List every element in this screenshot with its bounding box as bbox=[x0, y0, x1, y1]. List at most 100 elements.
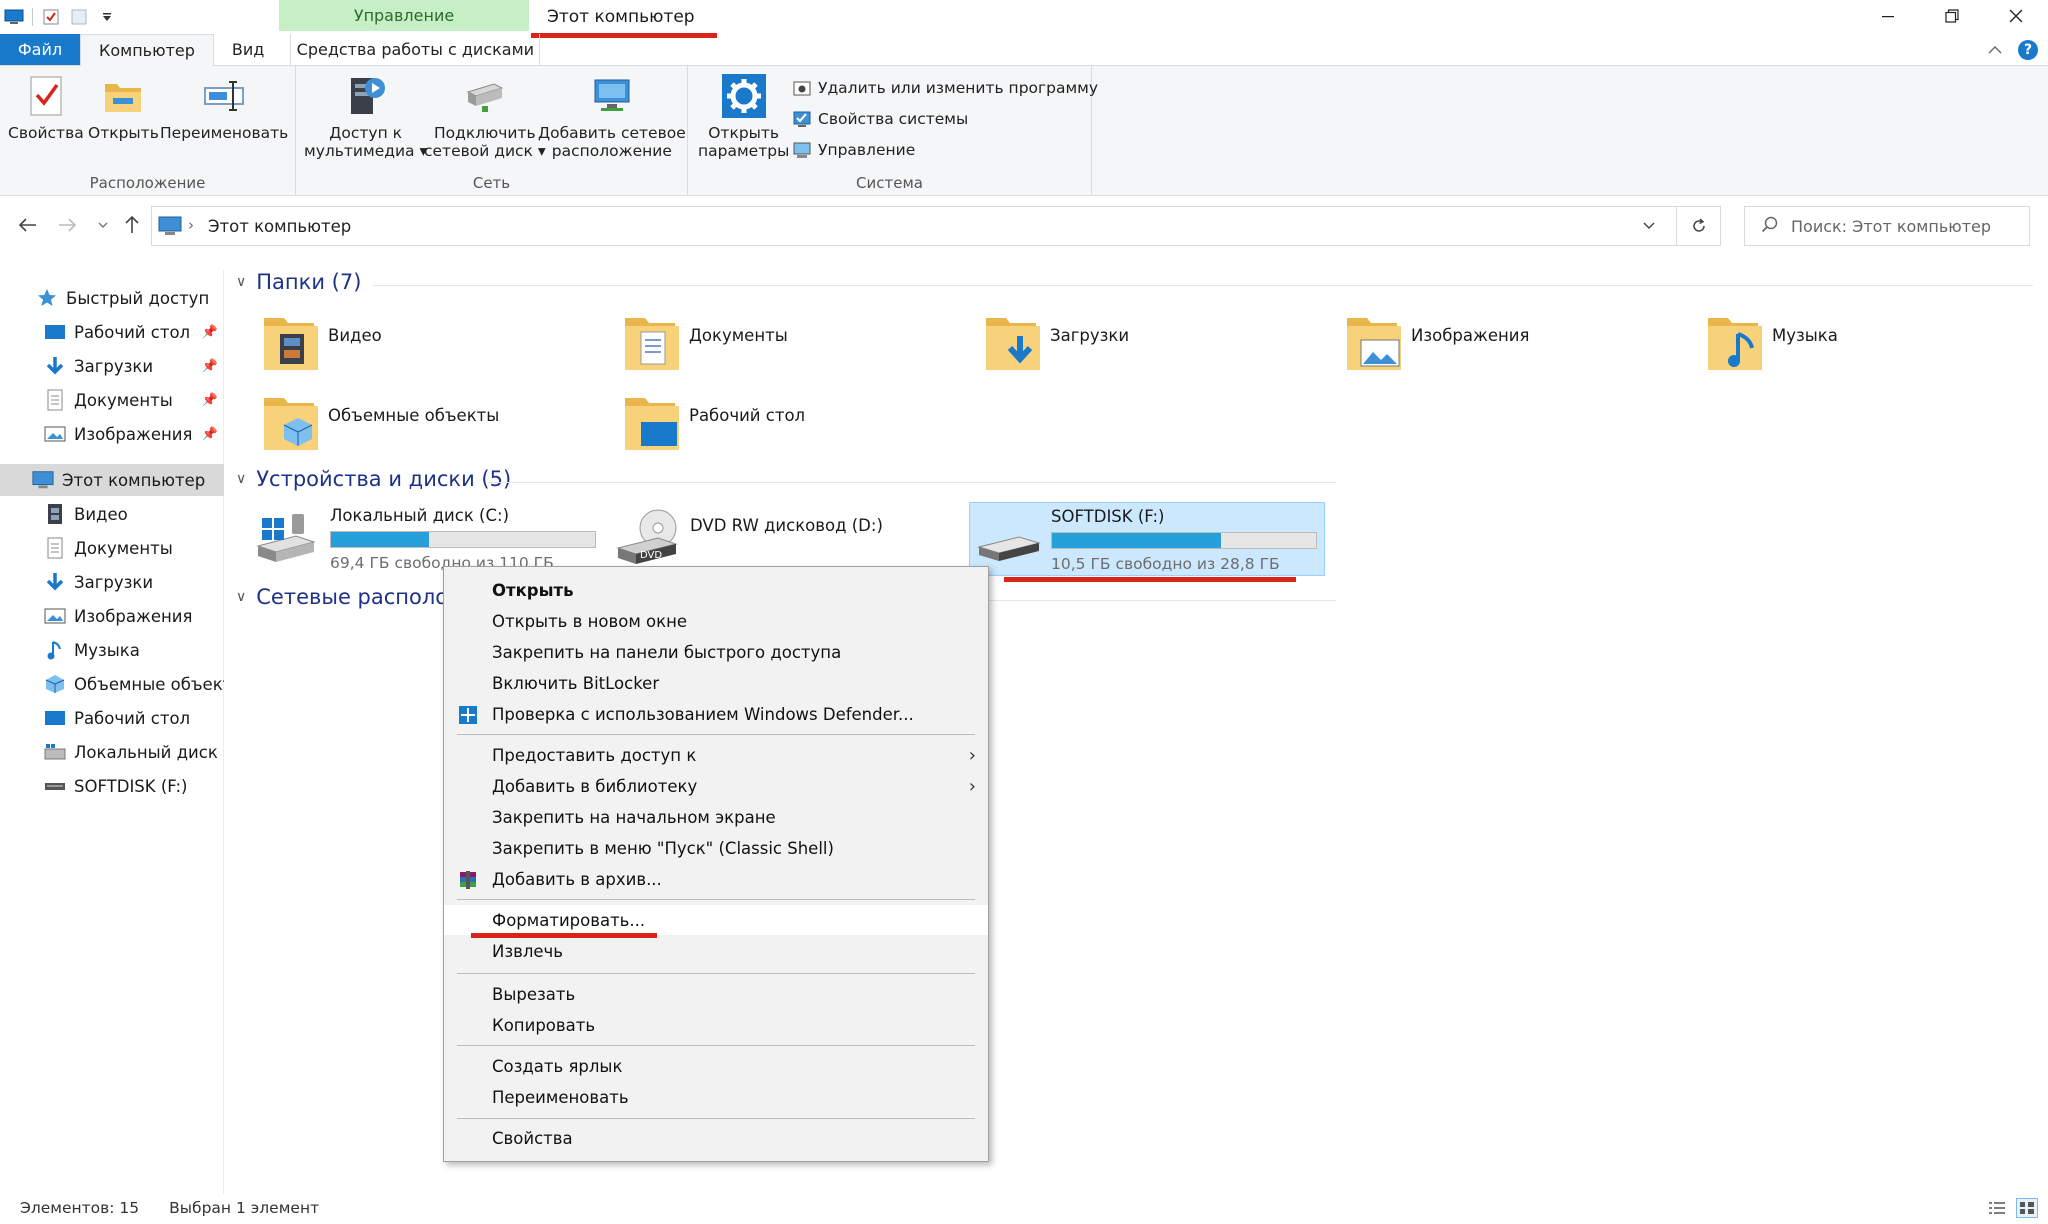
sidebar-item-downloads-pinned[interactable]: Загрузки 📌 bbox=[0, 350, 224, 382]
restore-button[interactable] bbox=[1920, 0, 1984, 32]
drive-name: Локальный диск (C:) bbox=[330, 506, 510, 525]
folder-desktop[interactable]: Рабочий стол bbox=[623, 392, 805, 456]
menu-item-label: Извлечь bbox=[492, 941, 564, 961]
menu-separator bbox=[457, 973, 975, 974]
help-icon[interactable]: ? bbox=[2018, 39, 2038, 60]
system-properties-label: Свойства системы bbox=[818, 110, 969, 128]
open-settings-button[interactable]: Открыть параметры bbox=[698, 74, 789, 160]
network-group-header[interactable]: ∨ Сетевые располож bbox=[236, 585, 467, 609]
folder-name: Рабочий стол bbox=[689, 406, 806, 425]
sidebar-item-desktop-pinned[interactable]: Рабочий стол 📌 bbox=[0, 316, 224, 348]
recent-locations-chevron-icon[interactable] bbox=[88, 210, 118, 240]
menu-item-label: Открыть bbox=[492, 580, 574, 600]
tab-disk-tools[interactable]: Средства работы с дисками bbox=[290, 34, 541, 65]
folder-music[interactable]: Музыка bbox=[1706, 312, 1838, 376]
menu-item-add-archive[interactable]: Добавить в архив... bbox=[444, 864, 988, 894]
menu-item-create-shortcut[interactable]: Создать ярлык bbox=[444, 1051, 988, 1081]
sidebar-item-pictures[interactable]: Изображения bbox=[0, 600, 224, 632]
ribbon: Свойства Открыть Переименовать Расположе… bbox=[0, 66, 2048, 196]
menu-item-add-library[interactable]: Добавить в библиотеку › bbox=[444, 771, 988, 801]
sidebar-item-local-disk-c[interactable]: Локальный диск (C:) bbox=[0, 736, 224, 768]
folder-3d-objects[interactable]: Объемные объекты bbox=[262, 392, 499, 456]
sidebar-item-pictures-pinned[interactable]: Изображения 📌 bbox=[0, 418, 224, 450]
sidebar-item-videos[interactable]: Видео bbox=[0, 498, 224, 530]
add-network-location-button[interactable]: Добавить сетевое расположение bbox=[538, 74, 686, 160]
open-button[interactable]: Открыть bbox=[88, 74, 159, 142]
drive-softdisk-f[interactable]: SOFTDISK (F:) 10,5 ГБ свободно из 28,8 Г… bbox=[969, 502, 1325, 576]
devices-group-header[interactable]: ∨ Устройства и диски (5) bbox=[236, 467, 511, 491]
minimize-button[interactable] bbox=[1856, 0, 1920, 32]
sidebar-item-documents[interactable]: Документы bbox=[0, 532, 224, 564]
folders-header-label: Папки (7) bbox=[256, 270, 362, 294]
sidebar-item-desktop[interactable]: Рабочий стол bbox=[0, 702, 224, 734]
forward-arrow-icon[interactable] bbox=[52, 210, 82, 240]
downloads-folder-icon bbox=[986, 318, 1040, 370]
sidebar-item-softdisk-f[interactable]: SOFTDISK (F:) bbox=[0, 770, 224, 802]
up-arrow-icon[interactable] bbox=[117, 210, 147, 240]
map-network-drive-button[interactable]: Подключить сетевой диск ▾ bbox=[424, 74, 546, 160]
sidebar-item-music[interactable]: Музыка bbox=[0, 634, 224, 666]
qat-dropdown-icon[interactable] bbox=[93, 4, 121, 30]
menu-item-pin-start[interactable]: Закрепить на начальном экране bbox=[444, 802, 988, 832]
menu-item-copy[interactable]: Копировать bbox=[444, 1010, 988, 1040]
folder-documents[interactable]: Документы bbox=[623, 312, 788, 376]
tab-file[interactable]: Файл bbox=[0, 34, 80, 65]
menu-item-bitlocker[interactable]: Включить BitLocker bbox=[444, 668, 988, 698]
search-icon bbox=[1761, 215, 1779, 238]
network-location-icon bbox=[590, 74, 634, 118]
folders-group-header[interactable]: ∨ Папки (7) bbox=[236, 270, 361, 294]
back-arrow-icon[interactable] bbox=[13, 210, 43, 240]
menu-item-format[interactable]: Форматировать... bbox=[444, 905, 988, 935]
search-input[interactable]: Поиск: Этот компьютер bbox=[1744, 206, 2030, 246]
download-icon bbox=[44, 571, 66, 593]
manage-button[interactable]: Управление bbox=[792, 140, 915, 160]
menu-item-pin-quick-access[interactable]: Закрепить на панели быстрого доступа bbox=[444, 637, 988, 667]
properties-check-icon[interactable] bbox=[37, 4, 65, 30]
add-location-label-line2: расположение bbox=[551, 142, 672, 160]
ribbon-group-location-label: Расположение bbox=[89, 174, 206, 192]
sidebar-item-label: Видео bbox=[74, 504, 128, 524]
sidebar-item-downloads[interactable]: Загрузки bbox=[0, 566, 224, 598]
tab-computer[interactable]: Компьютер bbox=[80, 34, 214, 66]
details-view-icon[interactable] bbox=[1986, 1198, 2008, 1218]
tab-view[interactable]: Вид bbox=[214, 34, 282, 65]
menu-item-eject[interactable]: Извлечь bbox=[444, 936, 988, 966]
collapse-ribbon-icon[interactable] bbox=[1988, 40, 2002, 60]
sidebar-item-this-pc[interactable]: Этот компьютер bbox=[0, 464, 224, 496]
sidebar-item-documents-pinned[interactable]: Документы 📌 bbox=[0, 384, 224, 416]
menu-item-open-new-window[interactable]: Открыть в новом окне bbox=[444, 606, 988, 636]
menu-item-defender-scan[interactable]: Проверка с использованием Windows Defend… bbox=[444, 699, 988, 729]
tiles-view-icon[interactable] bbox=[2016, 1198, 2038, 1218]
menu-item-label: Копировать bbox=[492, 1015, 596, 1035]
pin-icon: 📌 bbox=[201, 324, 218, 340]
drive-local-disk-c[interactable]: Локальный диск (C:) 69,4 ГБ свободно из … bbox=[254, 506, 596, 572]
new-folder-icon[interactable] bbox=[65, 4, 93, 30]
submenu-arrow-icon: › bbox=[968, 775, 976, 797]
menu-separator bbox=[457, 1045, 975, 1046]
rename-button[interactable]: Переименовать bbox=[160, 74, 288, 142]
sidebar-item-3d-objects[interactable]: Объемные объекты bbox=[0, 668, 224, 700]
menu-item-give-access[interactable]: Предоставить доступ к › bbox=[444, 740, 988, 770]
folder-downloads[interactable]: Загрузки bbox=[984, 312, 1129, 376]
address-bar[interactable]: › Этот компьютер bbox=[151, 206, 1721, 246]
system-properties-button[interactable]: Свойства системы bbox=[792, 109, 968, 129]
menu-item-cut[interactable]: Вырезать bbox=[444, 979, 988, 1009]
uninstall-program-button[interactable]: Удалить или изменить программу bbox=[792, 78, 1098, 98]
address-dropdown-chevron-icon[interactable] bbox=[1634, 207, 1664, 245]
media-access-button[interactable]: Доступ к мультимедиа ▾ bbox=[304, 74, 427, 160]
folder-pictures[interactable]: Изображения bbox=[1345, 312, 1529, 376]
menu-separator bbox=[457, 899, 975, 900]
computer-icon[interactable] bbox=[0, 4, 28, 30]
menu-item-rename[interactable]: Переименовать bbox=[444, 1082, 988, 1112]
document-icon bbox=[44, 537, 66, 559]
sidebar-item-quick-access[interactable]: Быстрый доступ bbox=[0, 282, 224, 314]
refresh-icon[interactable] bbox=[1676, 207, 1720, 245]
properties-button[interactable]: Свойства bbox=[8, 74, 84, 142]
desktop-folder-icon bbox=[625, 398, 679, 450]
drive-dvd-d[interactable]: DVD DVD RW дисковод (D:) bbox=[614, 506, 883, 570]
menu-item-properties[interactable]: Свойства bbox=[444, 1123, 988, 1153]
menu-item-open[interactable]: Открыть bbox=[444, 575, 988, 605]
close-button[interactable] bbox=[1984, 0, 2048, 32]
menu-item-pin-classic-shell[interactable]: Закрепить в меню "Пуск" (Classic Shell) bbox=[444, 833, 988, 863]
folder-videos[interactable]: Видео bbox=[262, 312, 382, 376]
